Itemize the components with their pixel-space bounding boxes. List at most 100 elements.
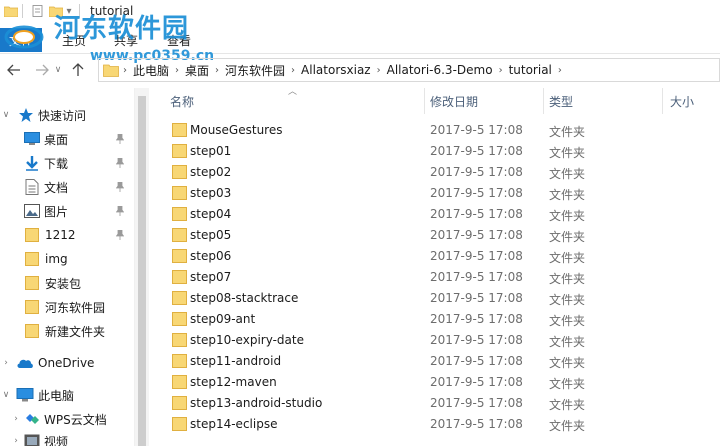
breadcrumb-hedong[interactable]: 河东软件园 [221,62,289,79]
file-name: step08-stacktrace [190,291,299,305]
table-row[interactable]: step12-maven 2017-9-5 17:08 文件夹 [160,372,720,393]
chevron-down-icon[interactable]: ∨ [0,110,12,120]
breadcrumb-this-pc[interactable]: 此电脑 [129,62,173,79]
address-bar[interactable]: › 此电脑 › 桌面 › 河东软件园 › Allatorsxiaz › Alla… [98,58,720,82]
nav-item-desktop[interactable]: 桌面 [0,128,134,150]
file-name: MouseGestures [190,123,283,137]
folder-icon [172,375,187,389]
table-row[interactable]: step14-eclipse 2017-9-5 17:08 文件夹 [160,414,720,435]
breadcrumb-desktop[interactable]: 桌面 [181,62,213,79]
folder-icon [172,312,187,326]
video-icon [24,434,40,446]
nav-video[interactable]: › 视频 [0,430,134,446]
back-button[interactable] [4,60,24,80]
nav-item-downloads[interactable]: 下载 [0,152,134,174]
nav-item-pictures[interactable]: 图片 [0,200,134,222]
table-row[interactable]: step05 2017-9-5 17:08 文件夹 [160,225,720,246]
table-row[interactable]: step04 2017-9-5 17:08 文件夹 [160,204,720,225]
chevron-right-icon[interactable]: › [289,65,297,76]
scrollbar-thumb[interactable] [138,96,146,446]
nav-item-img[interactable]: img [0,248,134,270]
pin-icon[interactable] [116,158,124,168]
table-row[interactable]: step03 2017-9-5 17:08 文件夹 [160,183,720,204]
table-row[interactable]: step10-expiry-date 2017-9-5 17:08 文件夹 [160,330,720,351]
file-type: 文件夹 [549,335,586,349]
table-row[interactable]: step13-android-studio 2017-9-5 17:08 文件夹 [160,393,720,414]
chevron-right-icon[interactable]: › [375,65,383,76]
forward-button[interactable] [32,60,52,80]
chevron-right-icon[interactable]: › [10,414,22,424]
pin-icon[interactable] [116,206,124,216]
pin-icon[interactable] [116,182,124,192]
watermark-text: 河东软件园 [54,14,190,44]
folder-icon [172,249,187,263]
file-name: step09-ant [190,312,256,326]
file-type: 文件夹 [549,314,586,328]
nav-item-label: 图片 [44,204,69,219]
nav-onedrive[interactable]: › OneDrive [0,352,134,374]
table-row[interactable]: step07 2017-9-5 17:08 文件夹 [160,267,720,288]
chevron-down-icon[interactable]: ∨ [0,390,12,400]
properties-icon[interactable] [31,5,45,17]
chevron-right-icon[interactable]: › [497,65,505,76]
recent-locations-button[interactable]: ∨ [52,60,64,80]
file-type: 文件夹 [549,167,586,181]
chevron-right-icon[interactable]: › [556,65,564,76]
table-row[interactable]: step11-android 2017-9-5 17:08 文件夹 [160,351,720,372]
nav-item-label: 下载 [44,156,69,171]
breadcrumb-allatorsxiaz[interactable]: Allatorsxiaz [297,63,375,77]
up-button[interactable] [68,60,88,80]
chevron-right-icon[interactable]: › [121,65,129,76]
nav-item-hedong[interactable]: 河东软件园 [0,296,134,318]
table-row[interactable]: MouseGestures 2017-9-5 17:08 文件夹 [160,120,720,141]
chevron-right-icon[interactable]: › [173,65,181,76]
chevron-right-icon[interactable]: › [213,65,221,76]
nav-quick-access[interactable]: ∨ 快速访问 [0,104,134,126]
table-row[interactable]: step01 2017-9-5 17:08 文件夹 [160,141,720,162]
navigation-pane: ∨ 快速访问 桌面 下载 文档 图片 1212 img 安装包 河东软件园 新建… [0,88,134,446]
chevron-right-icon[interactable]: › [10,436,22,446]
column-header-name[interactable]: 名称 [170,88,194,114]
column-divider[interactable] [424,88,425,114]
cloud-icon [17,359,33,368]
file-date: 2017-9-5 17:08 [430,312,523,326]
column-header-date[interactable]: 修改日期 [430,88,478,114]
chevron-right-icon[interactable]: › [0,358,12,368]
file-type: 文件夹 [549,125,586,139]
nav-item-label: 1212 [45,228,76,242]
table-row[interactable]: step02 2017-9-5 17:08 文件夹 [160,162,720,183]
folder-icon [25,324,39,338]
table-row[interactable]: step09-ant 2017-9-5 17:08 文件夹 [160,309,720,330]
watermark-logo-icon [4,25,44,49]
column-divider[interactable] [662,88,663,114]
nav-item-1212[interactable]: 1212 [0,224,134,246]
nav-item-label: img [45,252,68,266]
file-name: step02 [190,165,232,179]
file-name: step04 [190,207,232,221]
column-header-type[interactable]: 类型 [549,88,573,114]
breadcrumb-allatori-demo[interactable]: Allatori-6.3-Demo [383,63,497,77]
sort-ascending-icon: ︿ [288,87,298,97]
file-date: 2017-9-5 17:08 [430,249,523,263]
desktop-icon [24,132,40,145]
pin-icon[interactable] [116,134,124,144]
file-name: step14-eclipse [190,417,278,431]
file-date: 2017-9-5 17:08 [430,270,523,284]
table-row[interactable]: step08-stacktrace 2017-9-5 17:08 文件夹 [160,288,720,309]
nav-item-label: 河东软件园 [45,300,106,315]
pin-icon[interactable] [116,230,124,240]
folder-icon [172,354,187,368]
column-header-size[interactable]: 大小 [670,88,694,114]
table-row[interactable]: step06 2017-9-5 17:08 文件夹 [160,246,720,267]
nav-item-documents[interactable]: 文档 [0,176,134,198]
nav-wps-cloud[interactable]: › WPS云文档 [0,408,134,430]
nav-item-new-folder[interactable]: 新建文件夹 [0,320,134,342]
file-name: step10-expiry-date [190,333,304,347]
breadcrumb-tutorial[interactable]: tutorial [505,63,556,77]
folder-icon [172,228,187,242]
column-divider[interactable] [543,88,544,114]
folder-icon [172,333,187,347]
nav-item-installers[interactable]: 安装包 [0,272,134,294]
file-date: 2017-9-5 17:08 [430,396,523,410]
nav-this-pc[interactable]: ∨ 此电脑 [0,384,134,406]
